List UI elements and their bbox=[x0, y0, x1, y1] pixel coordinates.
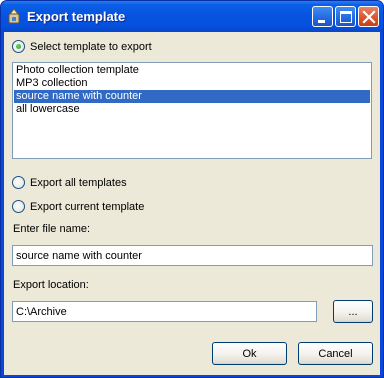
radio-export-current-label: Export current template bbox=[30, 200, 145, 213]
dialog-body: Select template to export Photo collecti… bbox=[4, 32, 380, 375]
radio-export-current[interactable]: Export current template bbox=[12, 200, 144, 213]
file-name-label: Enter file name: bbox=[13, 223, 91, 235]
list-item[interactable]: all lowercase bbox=[14, 103, 370, 116]
cancel-button[interactable]: Cancel bbox=[298, 342, 373, 365]
export-template-dialog: Export template Select template to expor… bbox=[0, 0, 384, 378]
radio-select-template[interactable]: Select template to export bbox=[12, 40, 152, 53]
maximize-icon bbox=[340, 11, 352, 23]
list-item-selected[interactable]: source name with counter bbox=[14, 90, 370, 103]
list-item[interactable]: Photo collection template bbox=[14, 64, 370, 77]
radio-select-template-label: Select template to export bbox=[30, 40, 152, 53]
file-name-input[interactable] bbox=[12, 245, 373, 266]
radio-export-all[interactable]: Export all templates bbox=[12, 176, 127, 189]
close-button[interactable] bbox=[358, 6, 379, 27]
minimize-button[interactable] bbox=[312, 6, 333, 27]
browse-button[interactable]: ... bbox=[333, 300, 373, 323]
template-listbox[interactable]: Photo collection template MP3 collection… bbox=[12, 62, 372, 159]
app-icon bbox=[6, 8, 22, 24]
window-title: Export template bbox=[27, 9, 126, 24]
close-icon bbox=[362, 10, 376, 24]
ok-button[interactable]: Ok bbox=[212, 342, 287, 365]
title-bar[interactable]: Export template bbox=[1, 1, 383, 32]
maximize-button[interactable] bbox=[335, 6, 356, 27]
minimize-icon bbox=[318, 20, 325, 23]
radio-button-selected[interactable] bbox=[12, 40, 25, 53]
radio-button[interactable] bbox=[12, 200, 25, 213]
list-item[interactable]: MP3 collection bbox=[14, 77, 370, 90]
export-location-input[interactable] bbox=[12, 301, 317, 322]
radio-export-all-label: Export all templates bbox=[30, 176, 127, 189]
export-location-label: Export location: bbox=[13, 279, 89, 291]
radio-button[interactable] bbox=[12, 176, 25, 189]
